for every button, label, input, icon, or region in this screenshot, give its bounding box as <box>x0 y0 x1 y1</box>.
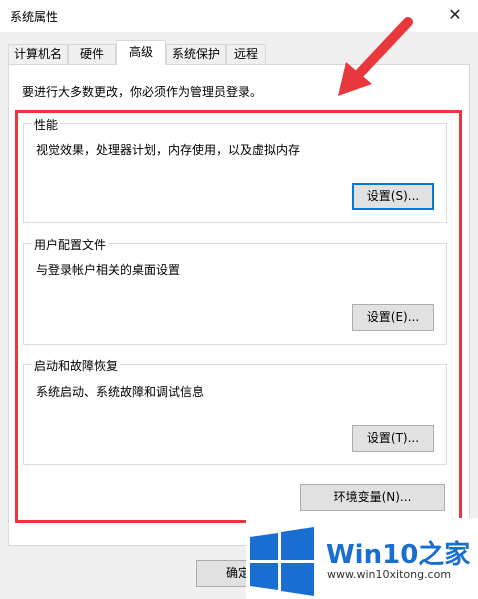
windows-logo-icon <box>250 527 314 596</box>
tab-advanced[interactable]: 高级 <box>116 40 166 65</box>
watermark-brand: Win10之家 <box>326 534 470 571</box>
performance-desc: 视觉效果，处理器计划，内存使用，以及虚拟内存 <box>36 143 301 157</box>
watermark-brand-en: Win10 <box>326 540 419 570</box>
startup-recovery-title: 启动和故障恢复 <box>32 357 121 374</box>
annotation-arrow-icon <box>338 17 413 96</box>
watermark-brand-zh: 之家 <box>418 540 471 570</box>
watermark-url: www.win10xitong.com <box>327 568 452 581</box>
performance-settings-button[interactable]: 设置(S)... <box>352 183 434 210</box>
startup-recovery-desc: 系统启动、系统故障和调试信息 <box>36 385 205 399</box>
user-profiles-desc: 与登录帐户相关的桌面设置 <box>36 263 181 277</box>
user-profiles-title: 用户配置文件 <box>32 236 109 253</box>
startup-settings-button[interactable]: 设置(T)... <box>352 425 434 452</box>
environment-variables-button[interactable]: 环境变量(N)... <box>300 484 445 511</box>
user-profiles-settings-button[interactable]: 设置(E)... <box>352 304 434 331</box>
